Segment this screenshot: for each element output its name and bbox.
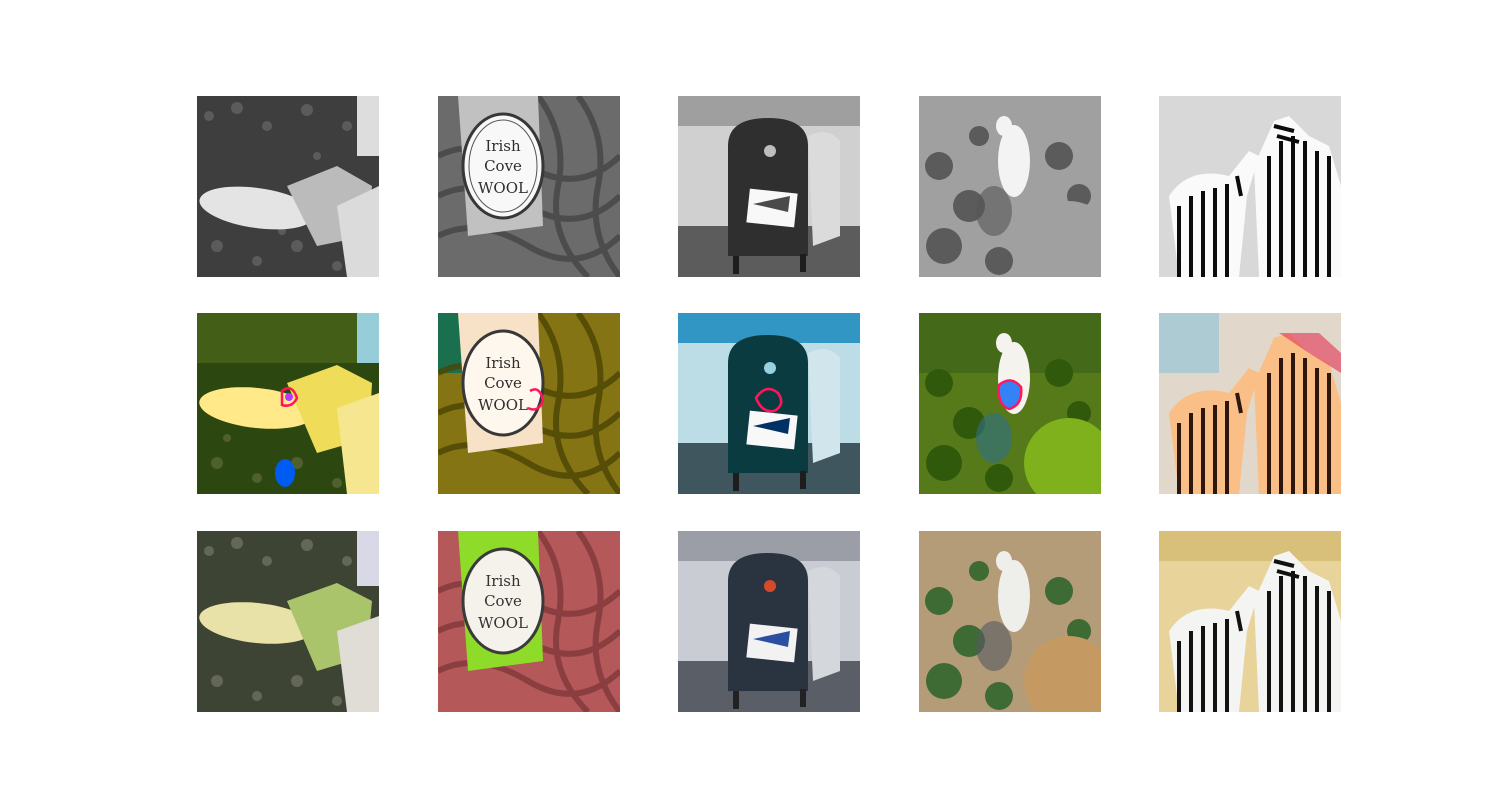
label-line-2: Cove bbox=[484, 374, 522, 392]
yarn-groundtruth-image: Irish Cove WOOL bbox=[438, 531, 620, 712]
label-line-3: WOOL bbox=[478, 396, 528, 414]
zebras-grayscale-image bbox=[1159, 96, 1341, 277]
label-line-1: Irish bbox=[485, 354, 521, 372]
mailbox-colorized-image bbox=[678, 313, 860, 494]
image-grid-figure: Irish Cove WOOL Irish Cove WOOL Irish Co… bbox=[0, 0, 1500, 800]
dog-colorized-image bbox=[919, 313, 1101, 494]
yarn-grayscale-image: Irish Cove WOOL bbox=[438, 96, 620, 277]
label-line-3: WOOL bbox=[478, 614, 528, 632]
label-line-2: Cove bbox=[484, 157, 522, 175]
label-line-1: Irish bbox=[485, 137, 521, 155]
label-line-3: WOOL bbox=[478, 179, 528, 197]
label-line-2: Cove bbox=[484, 592, 522, 610]
corn-colorized-image bbox=[197, 313, 379, 494]
corn-groundtruth-image bbox=[197, 531, 379, 712]
zebras-groundtruth-image bbox=[1159, 531, 1341, 712]
mailbox-groundtruth-image bbox=[678, 531, 860, 712]
dog-groundtruth-image bbox=[919, 531, 1101, 712]
zebras-colorized-image bbox=[1159, 313, 1341, 494]
yarn-colorized-image: Irish Cove WOOL bbox=[438, 313, 620, 494]
label-line-1: Irish bbox=[485, 572, 521, 590]
mailbox-grayscale-image bbox=[678, 96, 860, 277]
dog-grayscale-image bbox=[919, 96, 1101, 277]
corn-grayscale-image bbox=[197, 96, 379, 277]
